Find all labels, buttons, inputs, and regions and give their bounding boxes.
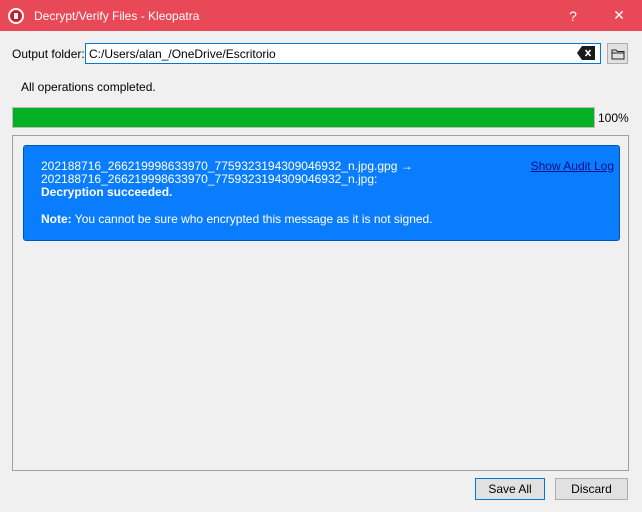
output-folder-input[interactable] bbox=[85, 43, 601, 64]
progress-fill bbox=[13, 108, 594, 127]
window-title: Decrypt/Verify Files - Kleopatra bbox=[34, 8, 200, 23]
title-bar: Decrypt/Verify Files - Kleopatra ? ✕ bbox=[0, 0, 642, 31]
close-window-button[interactable]: ✕ bbox=[596, 0, 642, 31]
kleopatra-app-icon bbox=[8, 7, 24, 24]
progress-bar bbox=[12, 107, 595, 128]
results-panel: 202188716_266219998633970_77593231943090… bbox=[12, 135, 629, 471]
help-button[interactable]: ? bbox=[550, 0, 596, 31]
discard-button[interactable]: Discard bbox=[555, 478, 628, 500]
note-label: Note: bbox=[41, 212, 72, 226]
output-folder-label: Output folder: bbox=[12, 47, 85, 61]
browse-folder-button[interactable] bbox=[607, 43, 628, 64]
result-message: Decryption succeeded. bbox=[41, 185, 173, 199]
save-all-button[interactable]: Save All bbox=[475, 478, 545, 500]
progress-percent: 100% bbox=[598, 111, 629, 125]
folder-icon bbox=[611, 49, 624, 59]
show-audit-log-link[interactable]: Show Audit Log bbox=[531, 160, 614, 173]
status-message: All operations completed. bbox=[21, 80, 156, 94]
clear-icon[interactable] bbox=[577, 46, 595, 60]
signature-note: Note: You cannot be sure who encrypted t… bbox=[41, 213, 602, 226]
result-card: 202188716_266219998633970_77593231943090… bbox=[23, 145, 620, 241]
note-text: You cannot be sure who encrypted this me… bbox=[71, 212, 433, 226]
